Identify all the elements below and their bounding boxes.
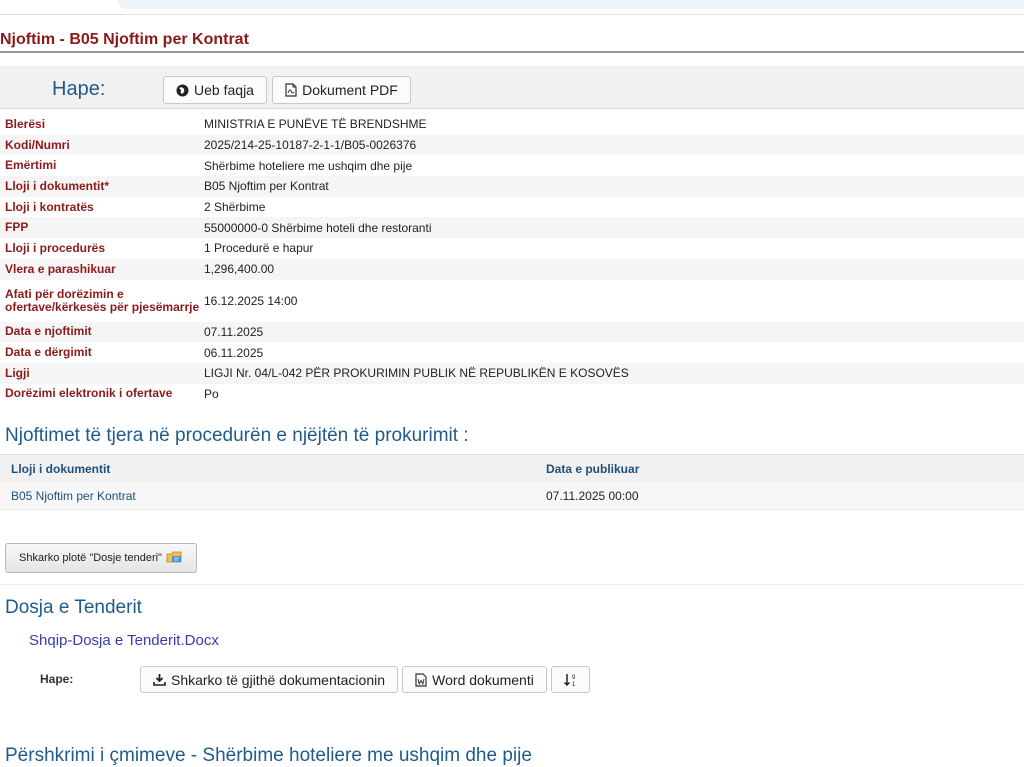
detail-label: Data e dërgimit <box>5 345 92 360</box>
detail-label: Emërtimi <box>5 158 57 173</box>
detail-row: Afati për dorëzimin e ofertave/kërkesës … <box>0 280 1024 322</box>
detail-label: FPP <box>5 220 29 235</box>
detail-label: Lloji i kontratës <box>5 199 94 214</box>
detail-row: Ligji LIGJI Nr. 04/L-042 PËR PROKURIMIN P… <box>0 362 1024 384</box>
detail-label: Kodi/Numri <box>5 137 70 152</box>
word-document-button-label: Word dokumenti <box>432 671 534 688</box>
notice-date: 07.11.2025 00:00 <box>546 489 639 503</box>
detail-value: 1,296,400.00 <box>204 262 275 277</box>
table-header-row: Lloji i dokumentit Data e publikuar <box>0 454 1024 482</box>
sort-icon: 91 <box>563 672 579 688</box>
download-all-documentation-label: Shkarko të gjithë dokumentacionin <box>170 671 386 688</box>
download-tender-file-button[interactable]: Shkarko plotë "Dosje tenderi" <box>5 543 197 573</box>
detail-value: Shërbime hoteliere me ushqim dhe pije <box>204 158 413 173</box>
folder-icon <box>166 550 183 567</box>
svg-text:1: 1 <box>572 682 576 688</box>
detail-value: B05 Njoftim per Kontrat <box>204 179 329 194</box>
tender-document-link[interactable]: Shqip-Dosja e Tenderit.Docx <box>29 632 219 649</box>
detail-value: 2025/214-25-10187-2-1-1/B05-0026376 <box>204 138 417 153</box>
word-document-button[interactable]: Word dokumenti <box>402 666 547 693</box>
notice-details-table: Blerësi MINISTRIA E PUNËVE TË BRENDSHME K… <box>0 114 1024 404</box>
detail-row: Emërtimi Shërbime hoteliere me ushqim dhe… <box>0 155 1024 176</box>
price-description-heading: Përshkrimi i çmimeve - Shërbime hotelier… <box>5 745 532 766</box>
detail-row: Lloji i kontratës 2 Shërbime <box>0 197 1024 218</box>
word-icon <box>415 672 427 687</box>
detail-label: Blerësi <box>5 116 46 131</box>
download-all-documentation-button[interactable]: Shkarko të gjithë dokumentacionin <box>140 666 398 693</box>
detail-value: 07.11.2025 <box>204 324 264 339</box>
table-row[interactable]: B05 Njoftim per Kontrat 07.11.2025 00:00 <box>0 482 1024 510</box>
download-tender-file-label: Shkarko plotë "Dosje tenderi" <box>19 552 162 564</box>
other-notices-heading: Njoftimet të tjera në procedurën e njëjt… <box>5 425 469 446</box>
pdf-document-button-label: Dokument PDF <box>302 82 398 98</box>
detail-value: LIGJI Nr. 04/L-042 PËR PROKURIMIN PUBLIK… <box>204 366 629 381</box>
detail-label: Lloji i procedurës <box>5 240 106 255</box>
detail-row: FPP 55000000-0 Shërbime hoteli dhe restor… <box>0 217 1024 239</box>
title-divider <box>0 51 1024 53</box>
detail-label: Dorëzimi elektronik i ofertave <box>5 386 173 401</box>
web-page-button-label: Ueb faqja <box>194 82 254 98</box>
detail-label: Ligji <box>5 365 30 380</box>
column-header-type: Lloji i dokumentit <box>11 462 111 476</box>
detail-label: Data e njoftimit <box>5 324 92 339</box>
detail-value: 16.12.2025 14:00 <box>204 293 298 308</box>
detail-value: MINISTRIA E PUNËVE TË BRENDSHME <box>204 117 427 132</box>
detail-value: 2 Shërbime <box>204 200 266 215</box>
detail-row: Lloji i dokumentit* B05 Njoftim per Kontr… <box>0 176 1024 197</box>
detail-value: 55000000-0 Shërbime hoteli dhe restorant… <box>204 220 432 235</box>
detail-row: Kodi/Numri 2025/214-25-10187-2-1-1/B05-00… <box>0 134 1024 156</box>
detail-row: Lloji i procedurës 1 Procedurë e hapur <box>0 238 1024 259</box>
detail-row: Blerësi MINISTRIA E PUNËVE TË BRENDSHME <box>0 114 1024 135</box>
detail-value: Po <box>204 386 219 401</box>
open-label: Hape: <box>52 78 106 100</box>
detail-label: Lloji i dokumentit* <box>5 178 109 193</box>
notice-type-link[interactable]: B05 Njoftim per Kontrat <box>11 489 136 503</box>
download-icon <box>153 673 166 686</box>
section-divider <box>0 584 1024 585</box>
detail-row: Dorëzimi elektronik i ofertave Po <box>0 384 1024 405</box>
tender-file-heading: Dosja e Tenderit <box>5 597 142 618</box>
detail-row: Vlera e parashikuar 1,296,400.00 <box>0 258 1024 280</box>
detail-label: Afati për dorëzimin e ofertave/kërkesës … <box>5 286 200 314</box>
svg-text:9: 9 <box>572 675 576 681</box>
detail-value: 1 Procedurë e hapur <box>204 241 314 256</box>
web-page-button[interactable]: Ueb faqja <box>163 76 267 104</box>
detail-label: Vlera e parashikuar <box>5 261 116 276</box>
sort-button[interactable]: 91 <box>551 666 590 693</box>
detail-value: 06.11.2025 <box>204 345 264 360</box>
address-bar[interactable] <box>118 0 1024 9</box>
open-bar: Hape: Ueb faqja Dokument PDF <box>0 66 1024 109</box>
column-header-date: Data e publikuar <box>546 462 640 476</box>
open-label-2: Hape: <box>40 672 74 686</box>
page-title: Njoftim - B05 Njoftim per Kontrat <box>0 31 249 48</box>
other-notices-table: Lloji i dokumentit Data e publikuar B05 … <box>0 454 1024 510</box>
browser-top-strip <box>0 0 1024 15</box>
pdf-icon <box>285 83 297 97</box>
detail-row: Data e njoftimit 07.11.2025 <box>0 321 1024 343</box>
pdf-document-button[interactable]: Dokument PDF <box>272 76 411 104</box>
detail-row: Data e dërgimit 06.11.2025 <box>0 342 1024 363</box>
globe-icon <box>176 84 189 97</box>
